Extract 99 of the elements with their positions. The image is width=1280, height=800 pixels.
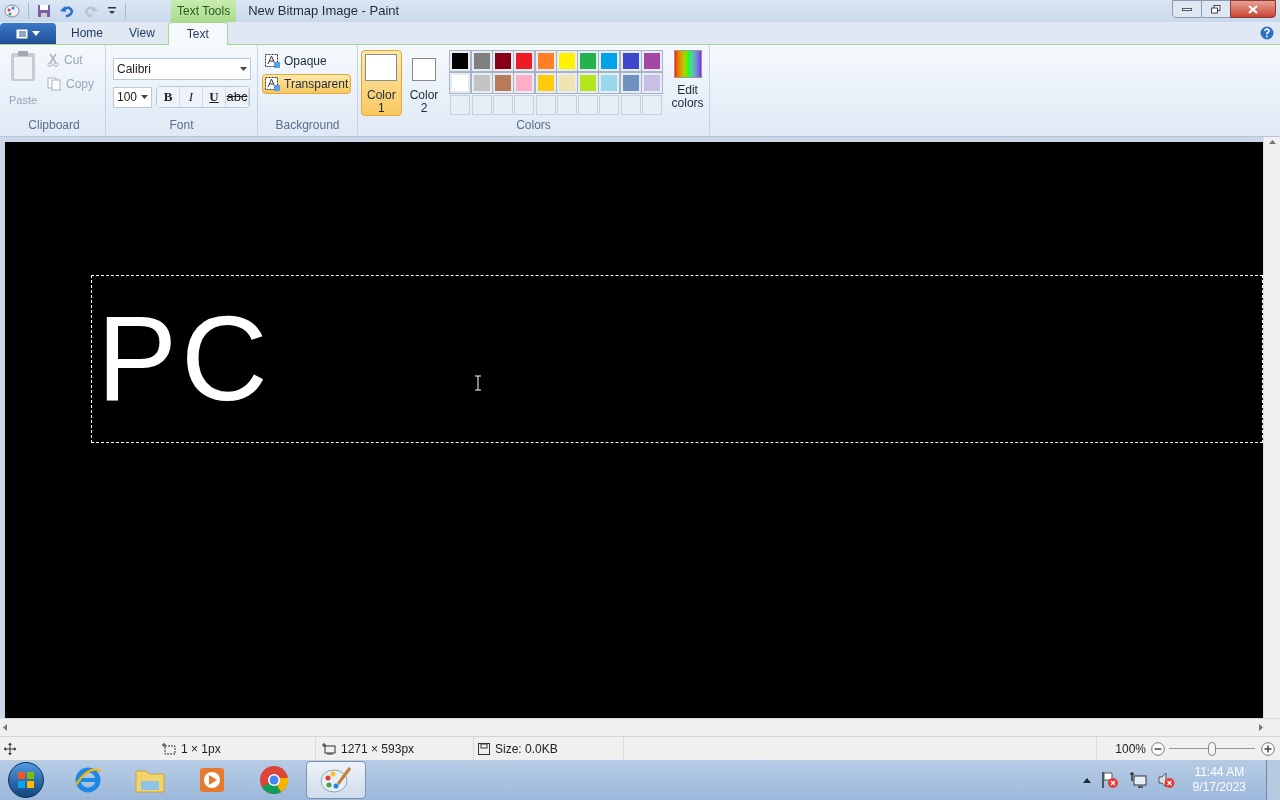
ribbon-tab[interactable]: Home bbox=[58, 22, 116, 44]
color-slot-button[interactable]: Color 2 bbox=[403, 50, 445, 116]
palette-color[interactable] bbox=[599, 51, 620, 71]
group-label: Font bbox=[168, 117, 195, 134]
cut-button: Cut bbox=[47, 51, 94, 69]
speaker-muted-icon[interactable] bbox=[1156, 771, 1175, 789]
start-button[interactable] bbox=[8, 762, 44, 798]
palette-color[interactable] bbox=[578, 51, 599, 71]
vertical-scrollbar[interactable] bbox=[1263, 137, 1280, 718]
ribbon-tab[interactable]: Text bbox=[167, 22, 228, 45]
palette-color[interactable] bbox=[450, 73, 471, 93]
restore-icon bbox=[1211, 4, 1221, 14]
palette-color[interactable] bbox=[641, 51, 662, 71]
minimize-button[interactable] bbox=[1172, 0, 1202, 18]
dropdown-caret-icon[interactable] bbox=[107, 6, 117, 16]
scroll-up-arrow-icon bbox=[1268, 140, 1276, 144]
close-icon bbox=[1248, 4, 1258, 14]
caret-icon bbox=[240, 67, 247, 71]
horizontal-scrollbar[interactable] bbox=[0, 718, 1280, 736]
drawing-canvas[interactable]: PC bbox=[5, 142, 1263, 718]
palette-color[interactable] bbox=[556, 73, 577, 93]
palette-color[interactable] bbox=[471, 73, 492, 93]
chrome-icon bbox=[259, 765, 289, 795]
show-desktop-button[interactable] bbox=[1266, 760, 1280, 800]
palette-color[interactable] bbox=[620, 73, 641, 93]
save-icon bbox=[478, 742, 490, 755]
text-style-button[interactable]: I bbox=[180, 87, 203, 107]
palette-color[interactable] bbox=[450, 51, 471, 71]
help-icon[interactable] bbox=[1260, 26, 1274, 40]
taskbar-button[interactable] bbox=[306, 761, 366, 799]
font-family-dropdown[interactable]: Calibri bbox=[113, 58, 251, 80]
font-size-dropdown[interactable]: 100 bbox=[113, 86, 152, 108]
canvas-size-icon bbox=[322, 742, 336, 755]
minimize-icon bbox=[1182, 7, 1192, 11]
copy-button: Copy bbox=[47, 75, 94, 93]
palette-color[interactable] bbox=[492, 73, 513, 93]
canvas-text: PC bbox=[97, 298, 272, 418]
group-label: Background bbox=[274, 117, 341, 134]
palette-color[interactable] bbox=[641, 73, 662, 93]
text-style-button[interactable]: abc bbox=[226, 87, 249, 107]
ribbon-tab[interactable]: View bbox=[116, 22, 168, 44]
palette-color[interactable] bbox=[599, 73, 620, 93]
restore-button[interactable] bbox=[1202, 0, 1230, 18]
palette-color[interactable] bbox=[514, 51, 535, 71]
window-title: New Bitmap Image - Paint bbox=[248, 2, 400, 21]
background-option[interactable]: Opaque bbox=[262, 51, 330, 71]
redo-icon bbox=[83, 4, 99, 18]
browser-e-icon bbox=[73, 765, 103, 795]
selection-icon bbox=[162, 742, 176, 755]
color-spectrum-icon bbox=[673, 50, 702, 78]
selection-size: 1 × 1px bbox=[181, 740, 221, 758]
text-style-button[interactable]: U bbox=[203, 87, 226, 107]
show-hidden-icons-icon[interactable] bbox=[1082, 777, 1091, 783]
scroll-left-arrow-icon bbox=[3, 724, 7, 731]
context-tab-header: Text Tools bbox=[171, 0, 237, 22]
palette-color[interactable] bbox=[578, 73, 599, 93]
copy-icon bbox=[47, 77, 61, 91]
background-option[interactable]: Transparent bbox=[262, 74, 352, 94]
palette-color[interactable] bbox=[492, 51, 513, 71]
flag-error-icon[interactable] bbox=[1100, 771, 1119, 789]
paste-button: Paste bbox=[3, 50, 43, 109]
palette-color[interactable] bbox=[471, 51, 492, 71]
palette-color[interactable] bbox=[535, 51, 556, 71]
zoom-slider[interactable] bbox=[1169, 741, 1255, 756]
text-style-button[interactable]: B bbox=[157, 87, 180, 107]
palette-icon[interactable] bbox=[4, 4, 20, 18]
color-slot-button[interactable]: Color 1 bbox=[361, 50, 402, 116]
text-cursor-icon bbox=[474, 375, 482, 391]
zoom-percentage: 100% bbox=[1115, 740, 1146, 758]
palette-color[interactable] bbox=[620, 51, 641, 71]
application-menu-button[interactable] bbox=[0, 23, 56, 44]
folder-icon bbox=[135, 767, 165, 793]
palette-color[interactable] bbox=[514, 73, 535, 93]
undo-icon[interactable] bbox=[59, 4, 75, 18]
windows-logo-icon bbox=[17, 771, 35, 789]
palette-color[interactable] bbox=[556, 51, 577, 71]
file-size: Size: 0.0KB bbox=[495, 740, 558, 758]
scroll-right-arrow-icon bbox=[1259, 724, 1263, 731]
letter-a-frame-icon bbox=[265, 54, 280, 68]
move-arrows-icon bbox=[4, 742, 16, 755]
network-icon[interactable] bbox=[1128, 771, 1147, 789]
document-icon bbox=[16, 28, 28, 39]
close-button[interactable] bbox=[1230, 0, 1276, 18]
palette-icon bbox=[320, 766, 352, 794]
caret-icon bbox=[32, 31, 40, 36]
media-player-icon bbox=[199, 767, 225, 793]
zoom-out-icon[interactable] bbox=[1151, 741, 1165, 756]
clipboard-icon bbox=[9, 50, 37, 82]
edit-colors-button[interactable]: Edit colors bbox=[669, 50, 706, 110]
group-label: Clipboard bbox=[27, 117, 81, 134]
zoom-in-icon[interactable] bbox=[1261, 741, 1275, 756]
scissors-icon bbox=[47, 53, 59, 67]
letter-a-frame-icon bbox=[265, 77, 280, 91]
zoom-slider-thumb[interactable] bbox=[1208, 741, 1216, 756]
canvas-size: 1271 × 593px bbox=[341, 740, 415, 758]
caret-icon bbox=[141, 95, 148, 99]
group-label: Colors bbox=[515, 117, 552, 134]
palette-color[interactable] bbox=[535, 73, 556, 93]
save-icon[interactable] bbox=[37, 4, 51, 18]
